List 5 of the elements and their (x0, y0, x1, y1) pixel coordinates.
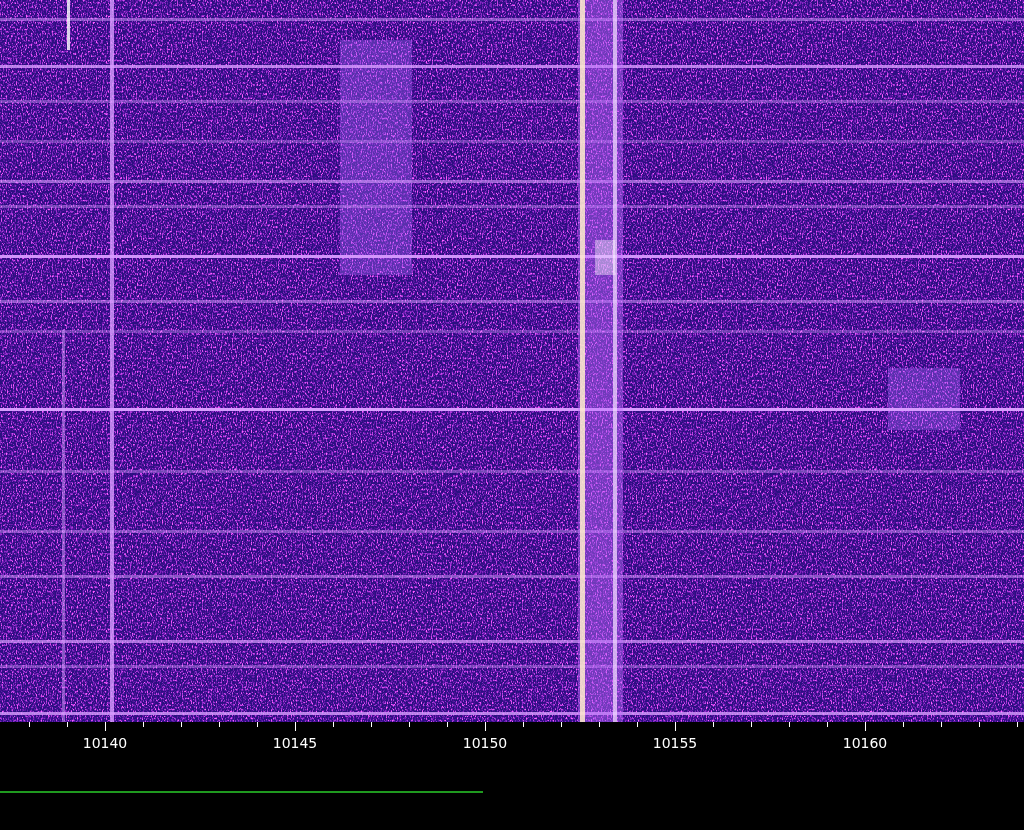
frequency-label: 10140 (81, 735, 129, 751)
frequency-label: 10155 (651, 735, 699, 751)
frequency-label: 10150 (461, 735, 509, 751)
frequency-label: 10145 (271, 735, 319, 751)
frequency-label: 10160 (841, 735, 889, 751)
